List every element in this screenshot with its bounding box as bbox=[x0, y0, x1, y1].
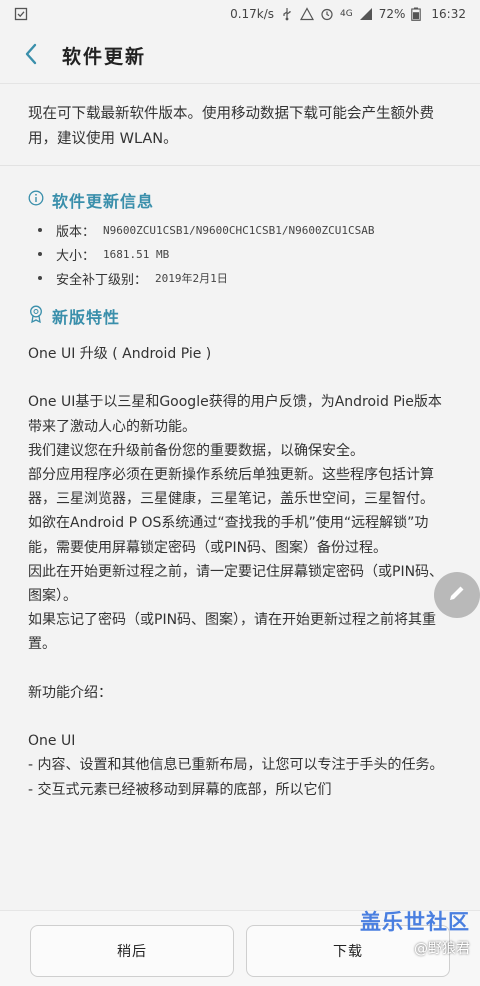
page-title: 软件更新 bbox=[62, 46, 147, 68]
list-item: 大小： 1681.51 MB bbox=[38, 242, 375, 266]
bullet-icon bbox=[38, 252, 42, 256]
chevron-left-icon bbox=[24, 43, 38, 69]
note-line: 如果忘记了密码（或PIN码、图案），请在开始更新过程之前将其重置。 bbox=[28, 612, 437, 653]
bullet-icon bbox=[38, 276, 42, 280]
net-speed: 0.17k/s bbox=[230, 7, 275, 21]
list-item: 安全补丁级别： 2019年2月1日 bbox=[38, 266, 375, 290]
data-saver-icon bbox=[300, 7, 315, 21]
info-icon bbox=[28, 190, 44, 210]
info-value: N9600ZCU1CSB1/N9600CHC1CSB1/N9600ZCU1CSA… bbox=[103, 223, 375, 237]
later-button[interactable]: 稍后 bbox=[30, 925, 234, 977]
clock: 16:32 bbox=[431, 7, 466, 21]
pencil-icon bbox=[447, 583, 467, 607]
network-type: 4G bbox=[340, 9, 353, 19]
notification-check-icon bbox=[14, 7, 28, 21]
bullet-icon bbox=[38, 228, 42, 232]
watermark-title: 盖乐世社区 bbox=[360, 910, 470, 934]
signal-icon bbox=[359, 7, 373, 21]
features-section-header: 新版特性 bbox=[28, 304, 120, 328]
note-line: One UI bbox=[28, 733, 76, 750]
note-line: 我们建议您在升级前备份您的重要数据，以确保安全。 bbox=[28, 442, 364, 459]
edit-fab-button[interactable] bbox=[434, 572, 480, 618]
note-line: 新功能介绍： bbox=[28, 684, 112, 701]
back-button[interactable] bbox=[0, 28, 62, 84]
info-section-header: 软件更新信息 bbox=[28, 188, 154, 212]
features-section-title: 新版特性 bbox=[52, 308, 121, 327]
info-list: 版本： N9600ZCU1CSB1/N9600CHC1CSB1/N9600ZCU… bbox=[38, 218, 375, 290]
note-line: 因此在开始更新过程之前，请一定要记住屏幕锁定密码（或PIN码、图案）。 bbox=[28, 563, 444, 605]
info-value: 2019年2月1日 bbox=[155, 272, 228, 285]
status-bar: 0.17k/s 4G 72% 16:32 bbox=[0, 0, 480, 28]
battery-icon bbox=[411, 7, 425, 21]
update-details-scroll[interactable]: 软件更新信息 版本： N9600ZCU1CSB1/N9600CHC1CSB1/N… bbox=[0, 168, 480, 910]
info-section-title: 软件更新信息 bbox=[52, 192, 155, 211]
watermark-sub: @野狼君 bbox=[414, 941, 470, 957]
note-line: 部分应用程序必须在更新操作系统后单独更新。这些程序包括计算器，三星浏览器，三星健… bbox=[28, 467, 434, 508]
release-notes: One UI 升级 ( Android Pie ) One UI基于以三星和Go… bbox=[28, 342, 448, 802]
note-line: - 内容、设置和其他信息已重新布局，让您可以专注于手头的任务。 bbox=[28, 757, 444, 774]
usb-icon bbox=[280, 7, 294, 21]
info-value: 1681.51 MB bbox=[103, 247, 170, 261]
note-line bbox=[28, 657, 448, 681]
note-line bbox=[28, 705, 448, 729]
award-icon bbox=[28, 305, 44, 327]
alarm-icon bbox=[320, 7, 334, 21]
info-key: 安全补丁级别： bbox=[56, 272, 148, 288]
info-key: 大小： bbox=[56, 248, 96, 264]
intro-text: 现在可下载最新软件版本。使用移动数据下载可能会产生额外费用，建议使用 WLAN。 bbox=[0, 84, 480, 166]
info-key: 版本： bbox=[56, 224, 96, 240]
note-line: One UI基于以三星和Google获得的用户反馈，为Android Pie版本… bbox=[28, 394, 442, 435]
note-line: 如欲在Android P OS系统通过“查找我的手机”使用“远程解锁”功能，需要… bbox=[28, 515, 429, 556]
watermark: 盖乐世社区 @野狼君 bbox=[360, 906, 470, 958]
note-line: One UI 升级 ( Android Pie ) bbox=[28, 346, 212, 362]
list-item: 版本： N9600ZCU1CSB1/N9600CHC1CSB1/N9600ZCU… bbox=[38, 218, 375, 242]
battery-percent: 72% bbox=[378, 7, 406, 21]
note-line bbox=[28, 366, 448, 390]
app-bar: 软件更新 bbox=[0, 28, 480, 84]
note-line: - 交互式元素已经被移动到屏幕的底部，所以它们 bbox=[28, 781, 332, 798]
